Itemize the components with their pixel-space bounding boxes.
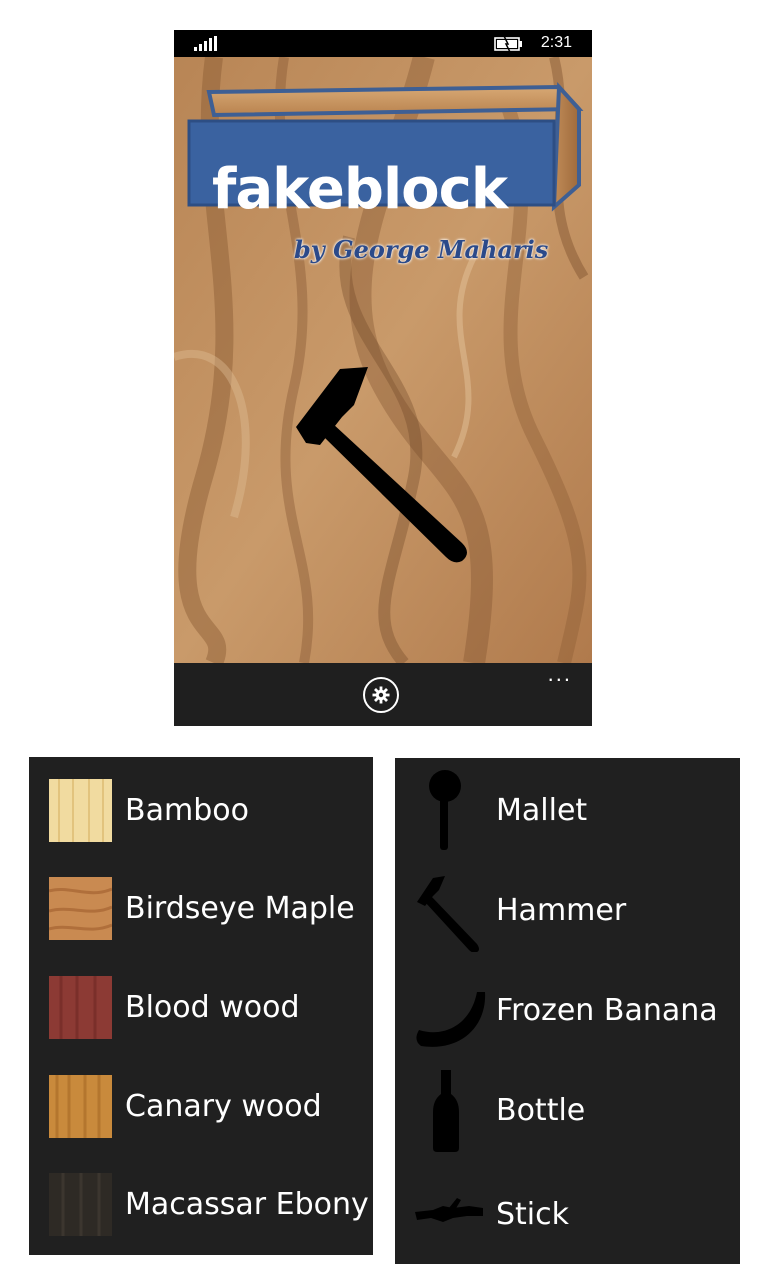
- hammer-icon: [296, 367, 467, 563]
- status-bar: 2:31: [174, 30, 592, 57]
- app-bar: ...: [174, 663, 592, 726]
- wood-item-label: Birdseye Maple: [125, 891, 355, 926]
- bamboo-swatch: [49, 779, 112, 842]
- tool-item-label: Mallet: [496, 792, 588, 828]
- phone-screen: 2:31 fakeblock by George Maharis ...: [174, 30, 592, 726]
- tool-item-label: Stick: [496, 1196, 570, 1232]
- macassar-ebony-swatch: [49, 1173, 112, 1236]
- birdseye-maple-swatch: [49, 877, 112, 940]
- wood-item-label: Canary wood: [125, 1089, 322, 1124]
- wood-item-label: Macassar Ebony: [125, 1187, 369, 1222]
- signal-icon: [194, 36, 217, 51]
- wood-item-blood-wood[interactable]: Blood wood: [29, 976, 373, 1039]
- logo-byline: by George Maharis: [294, 235, 549, 264]
- logo-title: fakeblock: [212, 157, 508, 222]
- blood-wood-swatch: [49, 976, 112, 1039]
- tool-item-hammer[interactable]: Hammer: [395, 868, 740, 952]
- tool-item-stick[interactable]: Stick: [395, 1172, 740, 1256]
- tool-list-panel: Mallet Hammer Frozen Banana Bottle Stick: [395, 758, 740, 1264]
- tool-item-label: Hammer: [496, 892, 627, 928]
- gear-icon: [372, 686, 390, 704]
- tool-item-label: Bottle: [496, 1092, 586, 1128]
- stick-icon: [415, 1198, 483, 1222]
- wood-item-bamboo[interactable]: Bamboo: [29, 779, 373, 842]
- wood-list-panel: Bamboo Birdseye Maple Blood wood Canary …: [29, 757, 373, 1255]
- battery-charging-icon: [494, 36, 522, 52]
- bottle-icon: [433, 1070, 459, 1152]
- settings-button[interactable]: [363, 677, 399, 713]
- tool-item-frozen-banana[interactable]: Frozen Banana: [395, 968, 740, 1052]
- clock: 2:31: [540, 34, 572, 51]
- canary-wood-swatch: [49, 1075, 112, 1138]
- wood-item-macassar-ebony[interactable]: Macassar Ebony: [29, 1173, 373, 1236]
- wood-item-canary-wood[interactable]: Canary wood: [29, 1075, 373, 1138]
- wood-block-surface[interactable]: fakeblock by George Maharis: [174, 57, 592, 663]
- wood-item-birdseye-maple[interactable]: Birdseye Maple: [29, 877, 373, 940]
- wood-item-label: Blood wood: [125, 990, 300, 1025]
- more-menu-button[interactable]: ...: [548, 663, 572, 685]
- mallet-icon: [429, 770, 461, 850]
- tool-item-mallet[interactable]: Mallet: [395, 768, 740, 852]
- tool-item-label: Frozen Banana: [496, 992, 718, 1028]
- tool-item-bottle[interactable]: Bottle: [395, 1068, 740, 1152]
- hammer-icon: [417, 876, 479, 952]
- wood-item-label: Bamboo: [125, 793, 249, 828]
- banana-icon: [416, 992, 486, 1047]
